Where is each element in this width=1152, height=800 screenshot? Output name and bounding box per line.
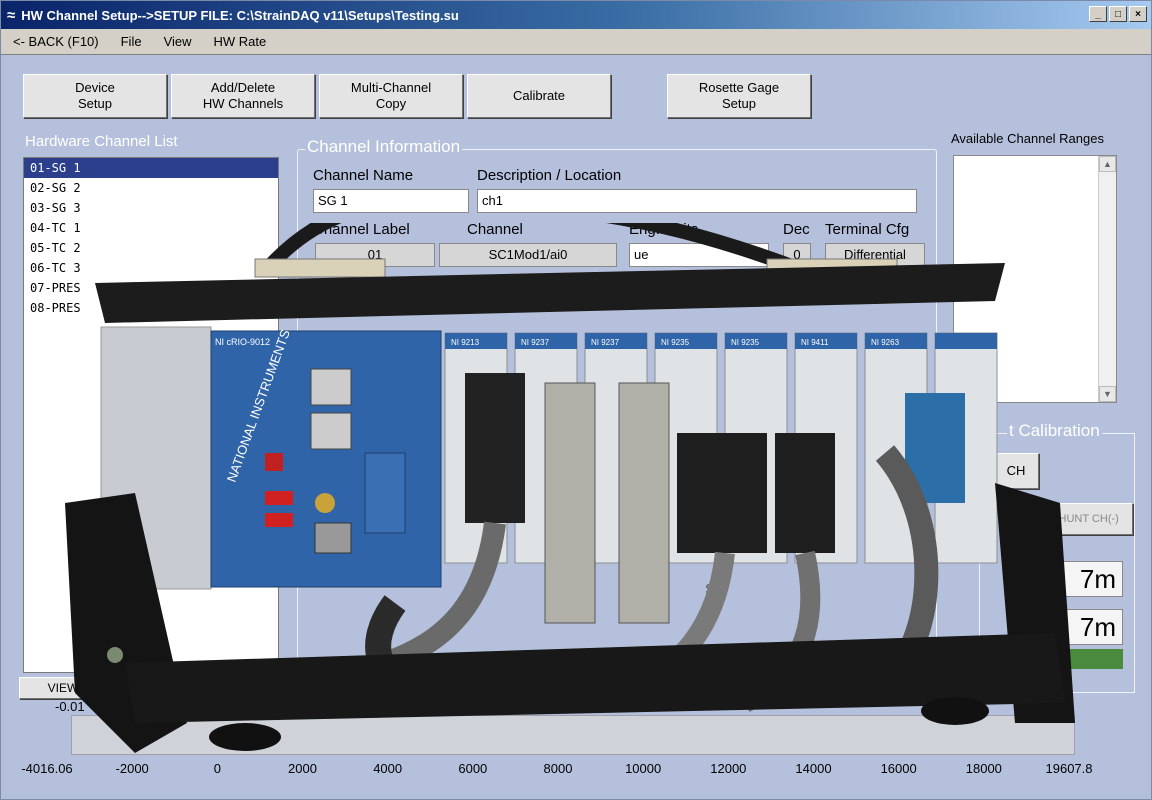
rosette-gage-setup-button[interactable]: Rosette Gage Setup — [667, 74, 811, 118]
io-module-label: NI 9263 — [871, 338, 900, 347]
x-tick-label: 18000 — [965, 761, 1002, 776]
handle-bracket-left — [254, 258, 386, 278]
app-window: ≈ HW Channel Setup-->SETUP FILE: C:\Stra… — [0, 0, 1152, 800]
file-menu[interactable]: File — [121, 34, 142, 49]
x-tick-label: 0 — [213, 761, 221, 776]
add-delete-channels-button[interactable]: Add/Delete HW Channels — [171, 74, 315, 118]
io-module-label: NI 9237 — [591, 338, 620, 347]
x-tick-label: 19607.8 — [1045, 761, 1093, 776]
ranges-scrollbar[interactable]: ▲ ▼ — [1098, 156, 1116, 402]
description-label: Description / Location — [477, 167, 622, 184]
io-module-stripe — [935, 333, 997, 349]
x-tick-label: 2000 — [288, 761, 317, 776]
channel-name-input[interactable]: SG 1 — [313, 189, 469, 213]
scroll-up-icon[interactable]: ▲ — [1099, 156, 1116, 172]
x-tick-label: 6000 — [458, 761, 488, 776]
ethernet-port — [314, 522, 352, 554]
hw-rate-menu[interactable]: HW Rate — [214, 34, 267, 49]
description-input[interactable]: ch1 — [477, 189, 917, 213]
calibrate-button[interactable]: Calibrate — [467, 74, 611, 118]
channel-information-title: Channel Information — [305, 137, 463, 157]
usb-port — [265, 453, 283, 471]
title-bar: ≈ HW Channel Setup-->SETUP FILE: C:\Stra… — [1, 1, 1151, 29]
list-item[interactable]: 02-SG 2 — [24, 178, 278, 198]
menu-bar: <- BACK (F10) File View HW Rate — [1, 29, 1151, 55]
serial-port — [364, 452, 406, 534]
x-tick-label: -2000 — [115, 761, 149, 776]
list-item[interactable]: 03-SG 3 — [24, 198, 278, 218]
x-tick-label: -4016.06 — [21, 761, 73, 776]
cdaq-chassis-photo: NATIONAL INSTRUMENTS NI cRIO-9012 NI 921… — [65, 223, 1075, 753]
app-wave-icon: ≈ — [7, 6, 16, 24]
connector-block — [677, 433, 767, 553]
chassis-top-plate — [95, 263, 1005, 323]
x-tick-label: 12000 — [710, 761, 747, 776]
io-module-label: NI 9237 — [521, 338, 550, 347]
x-tick-label: 8000 — [543, 761, 573, 776]
scroll-down-icon[interactable]: ▼ — [1099, 386, 1116, 402]
view-menu[interactable]: View — [164, 34, 192, 49]
ranges-title: Available Channel Ranges — [951, 131, 1104, 146]
rubber-foot — [209, 723, 281, 751]
window-title: HW Channel Setup-->SETUP FILE: C:\Strain… — [21, 7, 459, 23]
list-item[interactable]: 01-SG 1 — [24, 158, 278, 178]
window-controls: _ □ × — [1089, 6, 1147, 22]
sma-connector — [315, 493, 335, 513]
x-tick-label: 10000 — [625, 761, 662, 776]
channel-name-label: Channel Name — [313, 167, 414, 184]
spring-terminal — [618, 382, 670, 624]
x-tick-label: 14000 — [795, 761, 832, 776]
minimize-icon[interactable]: _ — [1089, 6, 1107, 22]
x-tick-label: 16000 — [880, 761, 917, 776]
device-setup-button[interactable]: Device Setup — [23, 74, 167, 118]
connector-block — [465, 373, 525, 523]
ethernet-port — [310, 412, 352, 450]
controller-model-text: NI cRIO-9012 — [215, 337, 270, 347]
rubber-foot — [921, 697, 989, 725]
usb-port — [265, 491, 293, 505]
io-module-label: NI 9411 — [801, 338, 829, 347]
hardware-list-title: Hardware Channel List — [25, 133, 178, 150]
io-module-label: NI 9213 — [451, 338, 480, 347]
ethernet-port — [310, 368, 352, 406]
x-tick-label: 4000 — [373, 761, 403, 776]
io-module-label: NI 9235 — [731, 338, 760, 347]
io-module-label: NI 9235 — [661, 338, 690, 347]
back-menu[interactable]: <- BACK (F10) — [13, 34, 99, 49]
connector-block — [775, 433, 835, 553]
close-icon[interactable]: × — [1129, 6, 1147, 22]
maximize-icon[interactable]: □ — [1109, 6, 1127, 22]
mounting-screw — [107, 647, 123, 663]
multi-channel-copy-button[interactable]: Multi-Channel Copy — [319, 74, 463, 118]
spring-terminal — [544, 382, 596, 624]
usb-port — [265, 513, 293, 527]
